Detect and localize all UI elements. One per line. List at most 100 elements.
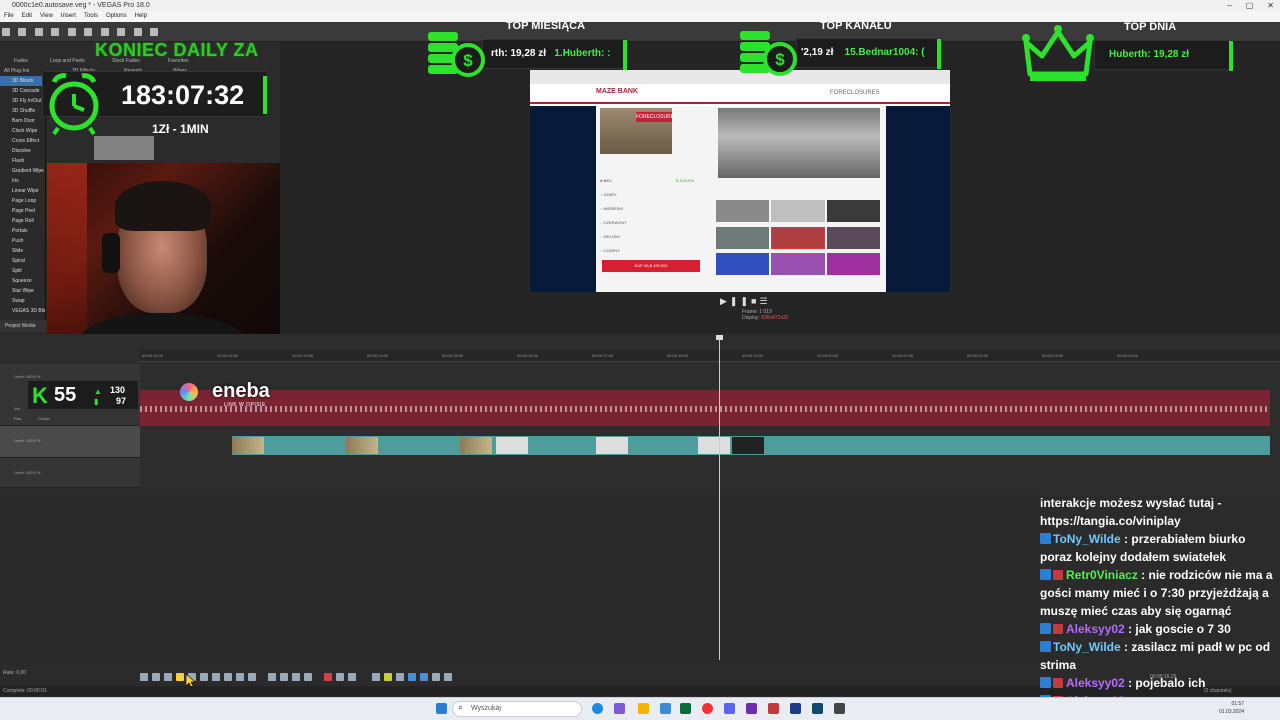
fx-item[interactable]: Swap bbox=[0, 296, 45, 306]
next-frame-icon[interactable] bbox=[248, 673, 256, 681]
play-start-icon[interactable] bbox=[164, 673, 172, 681]
color-option[interactable]: ○ NIEBIESKI bbox=[600, 202, 700, 216]
project-media-tab[interactable]: Project Media bbox=[0, 320, 46, 332]
app-icon[interactable] bbox=[746, 703, 757, 714]
fx-tab[interactable]: Loop and Peels bbox=[50, 58, 85, 64]
fx-item[interactable]: Page Peel bbox=[0, 206, 45, 216]
fx-item[interactable]: Squeeze bbox=[0, 276, 45, 286]
fx-item[interactable]: Split bbox=[0, 266, 45, 276]
fx-item[interactable]: Gradient Wipe bbox=[0, 166, 45, 176]
fx-item[interactable]: Dissolve bbox=[0, 146, 45, 156]
chat-nick[interactable]: ToNy_Wilde bbox=[1053, 640, 1121, 654]
menu-item-file[interactable]: File bbox=[4, 11, 14, 22]
play-icon[interactable] bbox=[176, 673, 184, 681]
split-icon[interactable] bbox=[348, 673, 356, 681]
new-icon[interactable] bbox=[2, 28, 10, 36]
opera-icon[interactable] bbox=[702, 703, 713, 714]
render-icon[interactable] bbox=[51, 28, 60, 36]
thumb[interactable] bbox=[716, 226, 770, 249]
file-explorer-icon[interactable] bbox=[638, 703, 649, 714]
menu-item-edit[interactable]: Edit bbox=[22, 11, 32, 22]
photoshop-icon[interactable] bbox=[812, 703, 823, 714]
color-option[interactable]: ○ CZERWONY bbox=[600, 216, 700, 230]
fx-item[interactable]: Page Roll bbox=[0, 216, 45, 226]
video-track-header-2[interactable]: Level: 100,0 % bbox=[0, 458, 140, 488]
playhead[interactable] bbox=[719, 338, 720, 660]
vegas-icon[interactable] bbox=[680, 703, 691, 714]
thumb[interactable] bbox=[716, 200, 770, 222]
chat-nick[interactable]: Retr0Viniacz bbox=[1066, 568, 1138, 582]
zoom-tool-icon[interactable] bbox=[304, 673, 312, 681]
edit-tool-icon[interactable] bbox=[268, 673, 276, 681]
windows-start-icon[interactable] bbox=[436, 703, 447, 714]
save-icon[interactable] bbox=[34, 28, 43, 36]
fx-tab[interactable]: Fades bbox=[14, 58, 28, 64]
prev-frame-icon[interactable] bbox=[236, 673, 244, 681]
color-option[interactable]: ○ ZIELONY bbox=[600, 230, 700, 244]
color-option[interactable]: ○ CZARNY bbox=[600, 244, 700, 258]
fx-item[interactable]: VEGAS 3D Blinds bbox=[0, 306, 45, 316]
auto-ripple-icon[interactable] bbox=[420, 673, 428, 681]
fx-item[interactable]: Page Loop bbox=[0, 196, 45, 206]
fx-item[interactable]: 3D Shuffle bbox=[0, 106, 45, 116]
maximize-icon[interactable]: ▢ bbox=[1246, 0, 1254, 11]
video-track-header[interactable]: Level: 100,0 % bbox=[0, 426, 140, 458]
menu-icon[interactable]: ☰ bbox=[759, 296, 770, 306]
marker-icon[interactable] bbox=[384, 673, 392, 681]
audio-clip[interactable] bbox=[140, 390, 1270, 426]
group-icon[interactable] bbox=[444, 673, 452, 681]
thumb[interactable] bbox=[826, 200, 880, 222]
store-icon[interactable] bbox=[660, 703, 671, 714]
thumb[interactable] bbox=[716, 253, 770, 276]
thumb[interactable] bbox=[826, 226, 880, 249]
discord-icon[interactable] bbox=[724, 703, 735, 714]
app-icon-2[interactable] bbox=[768, 703, 779, 714]
steam-icon[interactable] bbox=[790, 703, 801, 714]
stop-icon[interactable] bbox=[200, 673, 208, 681]
taskbar-search[interactable]: Wyszukaj bbox=[452, 701, 582, 717]
menu-item-insert[interactable]: Insert bbox=[61, 11, 76, 22]
edge-icon[interactable] bbox=[592, 703, 603, 714]
loop-icon[interactable] bbox=[152, 673, 160, 681]
menu-item-tools[interactable]: Tools bbox=[84, 11, 98, 22]
fx-item[interactable]: Cross Effect bbox=[0, 136, 45, 146]
timeline-ruler[interactable]: 00:00:11:00 00:00:12:00 00:00:13:00 00:00:1… bbox=[140, 350, 1280, 362]
thumb[interactable] bbox=[771, 253, 825, 276]
fx-item[interactable]: Clock Wipe bbox=[0, 126, 45, 136]
chat-nick[interactable]: Aleksyy02 bbox=[1066, 676, 1125, 690]
fx-item[interactable]: Spiral bbox=[0, 256, 45, 266]
copy-icon[interactable] bbox=[100, 28, 109, 36]
app-icon-3[interactable] bbox=[834, 703, 845, 714]
menu-item-options[interactable]: Options bbox=[106, 11, 127, 22]
menu-item-help[interactable]: Help bbox=[135, 11, 147, 22]
redo-icon[interactable] bbox=[150, 28, 159, 36]
lock-icon[interactable] bbox=[372, 673, 380, 681]
fx-subtab[interactable]: All Plug-Ins bbox=[4, 68, 29, 74]
crossfade-icon[interactable] bbox=[432, 673, 440, 681]
thumb[interactable] bbox=[771, 226, 825, 249]
fx-item[interactable]: Flash bbox=[0, 156, 45, 166]
chat-nick[interactable]: Aleksyy02 bbox=[1066, 622, 1125, 636]
video-clip[interactable] bbox=[232, 436, 1270, 455]
minimize-icon[interactable]: – bbox=[1227, 0, 1231, 11]
fx-item[interactable]: 3D Cascade bbox=[0, 86, 45, 96]
fx-item[interactable]: 3D Fly In/Out bbox=[0, 96, 45, 106]
go-end-icon[interactable] bbox=[224, 673, 232, 681]
cut-icon[interactable] bbox=[84, 28, 93, 36]
delete-icon[interactable] bbox=[324, 673, 332, 681]
thumb[interactable] bbox=[826, 253, 880, 276]
thumb[interactable] bbox=[771, 200, 825, 222]
trim-icon[interactable] bbox=[336, 673, 344, 681]
pause-icon[interactable]: ❚❚ bbox=[730, 296, 751, 306]
properties-icon[interactable] bbox=[67, 28, 76, 36]
fx-item[interactable]: 3D Blinds bbox=[0, 76, 45, 86]
open-icon[interactable] bbox=[18, 28, 27, 36]
fx-item[interactable]: Barn Door bbox=[0, 116, 45, 126]
fx-item[interactable]: Iris bbox=[0, 176, 45, 186]
menu-item-view[interactable]: View bbox=[40, 11, 53, 22]
color-option[interactable]: ○ SZARY bbox=[600, 188, 700, 202]
undo-icon[interactable] bbox=[133, 28, 142, 36]
selection-tool-icon[interactable] bbox=[292, 673, 300, 681]
taskbar-clock[interactable]: 01:57 01.03.2024 bbox=[1219, 700, 1244, 716]
teams-icon[interactable] bbox=[614, 703, 625, 714]
